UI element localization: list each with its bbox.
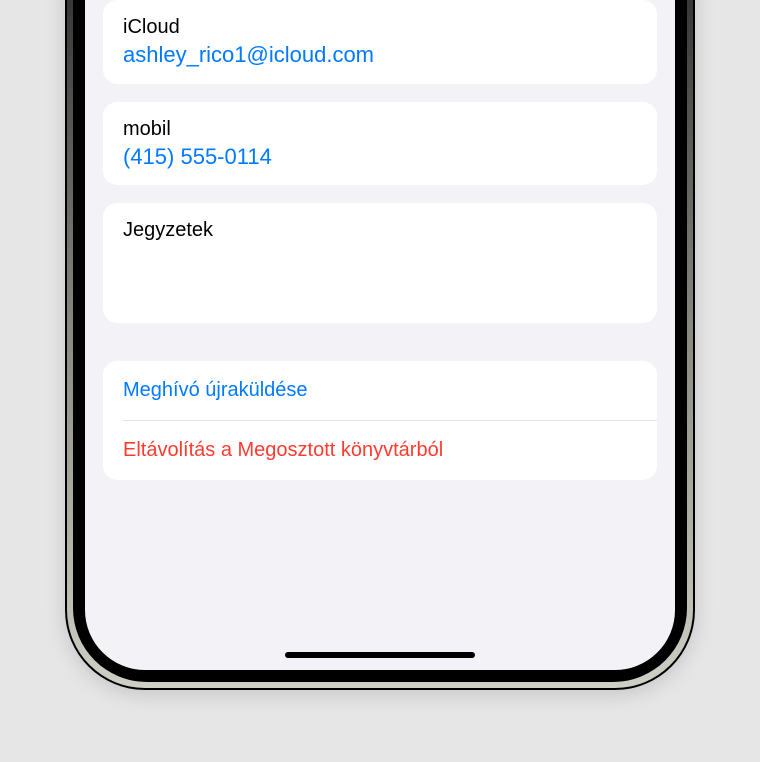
notes-card[interactable]: Jegyzetek (103, 203, 657, 323)
home-indicator[interactable] (285, 652, 475, 658)
resend-invite-button[interactable]: Meghívó újraküldése (103, 361, 657, 420)
icloud-label: iCloud (123, 14, 637, 40)
notes-label: Jegyzetek (123, 217, 637, 243)
icloud-value[interactable]: ashley_rico1@icloud.com (123, 40, 637, 70)
icloud-row[interactable]: iCloud ashley_rico1@icloud.com (103, 0, 657, 84)
phone-frame: iCloud ashley_rico1@icloud.com mobil (41… (65, 0, 695, 690)
mobile-label: mobil (123, 116, 637, 142)
mobile-row[interactable]: mobil (415) 555-0114 (103, 102, 657, 186)
mobile-value[interactable]: (415) 555-0114 (123, 142, 637, 172)
notes-row[interactable]: Jegyzetek (103, 203, 657, 257)
actions-card: Meghívó újraküldése Eltávolítás a Megosz… (103, 361, 657, 480)
mobile-card[interactable]: mobil (415) 555-0114 (103, 102, 657, 186)
icloud-card[interactable]: iCloud ashley_rico1@icloud.com (103, 0, 657, 84)
phone-screen: iCloud ashley_rico1@icloud.com mobil (41… (75, 0, 685, 680)
remove-from-shared-library-button[interactable]: Eltávolítás a Megosztott könyvtárból (103, 421, 657, 480)
